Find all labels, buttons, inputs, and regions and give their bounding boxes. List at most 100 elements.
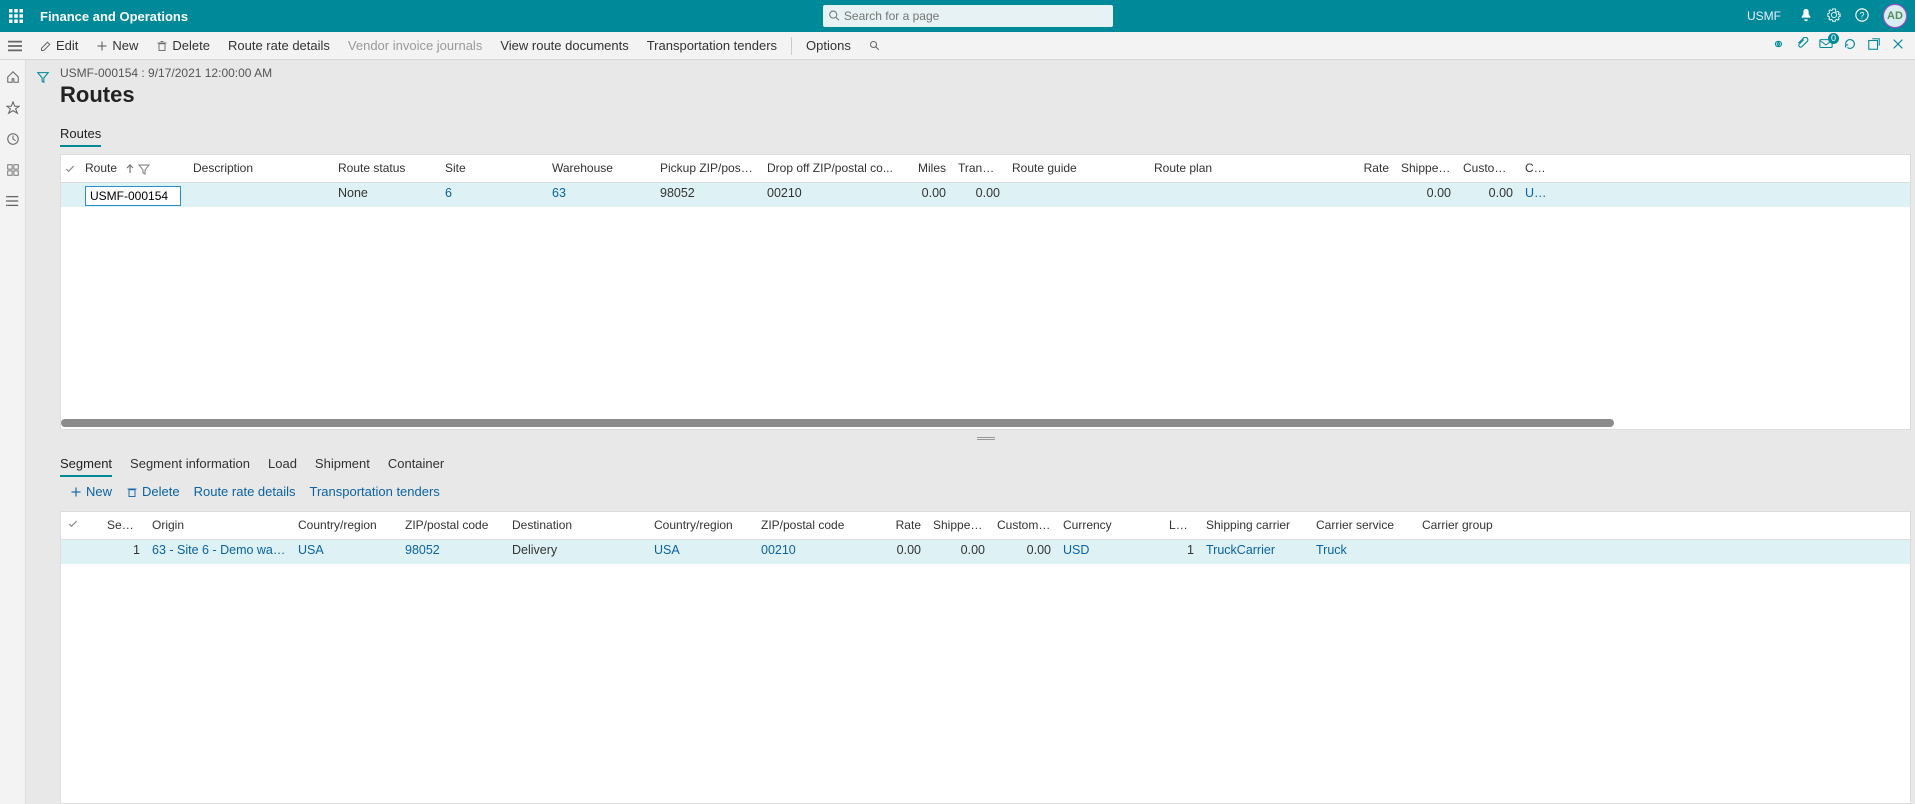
segment-tabstrip: Segment Segment information Load Shipmen… bbox=[60, 452, 1911, 478]
segment-delete-button[interactable]: Delete bbox=[126, 484, 180, 499]
waffle-icon[interactable] bbox=[8, 8, 24, 24]
col-zip-2[interactable]: ZIP/postal code bbox=[755, 512, 862, 539]
bell-icon[interactable] bbox=[1799, 8, 1813, 25]
global-search[interactable] bbox=[823, 5, 1113, 27]
tab-segment[interactable]: Segment bbox=[60, 452, 112, 477]
segment-grid-header: Sequence Origin Country/region ZIP/posta… bbox=[61, 512, 1910, 540]
col-shipper-rate[interactable]: Shipper rate bbox=[1395, 155, 1457, 182]
col-route[interactable]: Route bbox=[79, 155, 187, 182]
col-seg-rate[interactable]: Rate bbox=[862, 512, 927, 539]
routes-hscrollbar[interactable] bbox=[61, 419, 1910, 429]
action-pane: Edit New Delete Route rate details Vendo… bbox=[0, 32, 1915, 60]
col-rate[interactable]: Rate bbox=[1342, 155, 1395, 182]
col-pickup-zip[interactable]: Pickup ZIP/postal code bbox=[654, 155, 761, 182]
find-button[interactable] bbox=[861, 37, 889, 55]
popout-icon[interactable] bbox=[1867, 37, 1881, 54]
attachment-icon[interactable] bbox=[1795, 37, 1809, 54]
col-customer-rate[interactable]: Customer rate bbox=[1457, 155, 1519, 182]
segment-grid: Sequence Origin Country/region ZIP/posta… bbox=[60, 511, 1911, 804]
col-carrier-service[interactable]: Carrier service bbox=[1310, 512, 1416, 539]
route-id-input[interactable] bbox=[85, 186, 181, 206]
col-country-region-2[interactable]: Country/region bbox=[648, 512, 755, 539]
col-dropoff-zip[interactable]: Drop off ZIP/postal co... bbox=[761, 155, 910, 182]
routes-grid: Route Description Route status Site Ware… bbox=[60, 154, 1911, 430]
options-button[interactable]: Options bbox=[798, 35, 859, 56]
filter-icon[interactable] bbox=[36, 70, 50, 804]
segment-route-rate-details-link[interactable]: Route rate details bbox=[194, 484, 296, 499]
link-icon[interactable] bbox=[1771, 37, 1785, 54]
delete-button[interactable]: Delete bbox=[148, 35, 218, 56]
col-carrier-group[interactable]: Carrier group bbox=[1416, 512, 1522, 539]
tab-load[interactable]: Load bbox=[268, 452, 297, 477]
svg-text:?: ? bbox=[1860, 10, 1865, 20]
col-currency[interactable]: Curre bbox=[1519, 155, 1551, 182]
col-destination[interactable]: Destination bbox=[506, 512, 648, 539]
col-seg-currency[interactable]: Currency bbox=[1057, 512, 1163, 539]
route-rate-details-button[interactable]: Route rate details bbox=[220, 35, 338, 56]
segment-transportation-tenders-link[interactable]: Transportation tenders bbox=[310, 484, 440, 499]
help-icon[interactable]: ? bbox=[1855, 8, 1869, 25]
table-row[interactable]: None 6 63 98052 00210 0.00 0.00 0.00 0.0… bbox=[61, 183, 1910, 207]
filter-rail bbox=[26, 60, 60, 804]
tab-container[interactable]: Container bbox=[388, 452, 444, 477]
app-title: Finance and Operations bbox=[40, 9, 188, 24]
col-country-region-1[interactable]: Country/region bbox=[292, 512, 399, 539]
col-shipping-carrier[interactable]: Shipping carrier bbox=[1200, 512, 1310, 539]
col-site[interactable]: Site bbox=[439, 155, 546, 182]
workspace: USMF-000154 : 9/17/2021 12:00:00 AM Rout… bbox=[0, 60, 1915, 804]
col-route-status[interactable]: Route status bbox=[332, 155, 439, 182]
favorite-icon[interactable] bbox=[6, 101, 20, 118]
segment-toolbar: New Delete Route rate details Transporta… bbox=[60, 478, 1911, 505]
user-avatar[interactable]: AD bbox=[1883, 4, 1907, 28]
global-header: Finance and Operations USMF ? AD bbox=[0, 0, 1915, 32]
select-all-checkbox[interactable] bbox=[67, 518, 79, 530]
splitter-handle[interactable] bbox=[60, 430, 1911, 446]
segment-new-button[interactable]: New bbox=[70, 484, 112, 499]
col-loads[interactable]: Loads bbox=[1163, 512, 1200, 539]
edit-button[interactable]: Edit bbox=[32, 35, 86, 56]
col-origin[interactable]: Origin bbox=[146, 512, 292, 539]
message-icon[interactable]: 0 bbox=[1819, 37, 1833, 54]
transportation-tenders-button[interactable]: Transportation tenders bbox=[639, 35, 785, 56]
content-area: USMF-000154 : 9/17/2021 12:00:00 AM Rout… bbox=[60, 60, 1915, 804]
col-route-plan[interactable]: Route plan bbox=[1148, 155, 1342, 182]
col-seg-shipper-rate[interactable]: Shipper rate bbox=[927, 512, 991, 539]
col-route-guide[interactable]: Route guide bbox=[1006, 155, 1148, 182]
routes-tabstrip: Routes bbox=[60, 122, 1911, 148]
modules-icon[interactable] bbox=[6, 194, 20, 211]
col-miles[interactable]: Miles bbox=[910, 155, 952, 182]
home-icon[interactable] bbox=[6, 70, 20, 87]
col-description[interactable]: Description bbox=[187, 155, 332, 182]
tab-routes[interactable]: Routes bbox=[60, 122, 101, 147]
col-sequence[interactable]: Sequence bbox=[101, 512, 146, 539]
vendor-invoice-journals-button: Vendor invoice journals bbox=[340, 35, 490, 56]
new-label: New bbox=[112, 38, 138, 53]
col-zip-1[interactable]: ZIP/postal code bbox=[399, 512, 506, 539]
record-caption: USMF-000154 : 9/17/2021 12:00:00 AM bbox=[60, 66, 1911, 80]
new-button[interactable]: New bbox=[88, 35, 146, 56]
filter-col-icon bbox=[138, 163, 150, 175]
nav-hamburger-icon[interactable] bbox=[4, 39, 26, 53]
close-icon[interactable] bbox=[1891, 37, 1905, 54]
nav-rail bbox=[0, 60, 26, 804]
col-warehouse[interactable]: Warehouse bbox=[546, 155, 654, 182]
tab-shipment[interactable]: Shipment bbox=[315, 452, 370, 477]
table-row[interactable]: 1 63 - Site 6 - Demo wave cont... USA 98… bbox=[61, 540, 1910, 564]
routes-grid-header: Route Description Route status Site Ware… bbox=[61, 155, 1910, 183]
col-transit-days[interactable]: Transit days bbox=[952, 155, 1006, 182]
view-route-documents-button[interactable]: View route documents bbox=[492, 35, 636, 56]
select-all-checkbox[interactable] bbox=[64, 163, 76, 175]
col-seg-customer-rate[interactable]: Customer rate bbox=[991, 512, 1057, 539]
tab-segment-information[interactable]: Segment information bbox=[130, 452, 250, 477]
workspaces-icon[interactable] bbox=[6, 163, 20, 180]
edit-label: Edit bbox=[56, 38, 78, 53]
page-title: Routes bbox=[60, 82, 1911, 108]
delete-label: Delete bbox=[172, 38, 210, 53]
message-count: 0 bbox=[1828, 33, 1839, 44]
global-search-input[interactable] bbox=[844, 9, 1107, 23]
sort-asc-icon bbox=[124, 163, 136, 175]
recent-icon[interactable] bbox=[6, 132, 20, 149]
refresh-icon[interactable] bbox=[1843, 37, 1857, 54]
company-label[interactable]: USMF bbox=[1747, 9, 1781, 23]
gear-icon[interactable] bbox=[1827, 8, 1841, 25]
